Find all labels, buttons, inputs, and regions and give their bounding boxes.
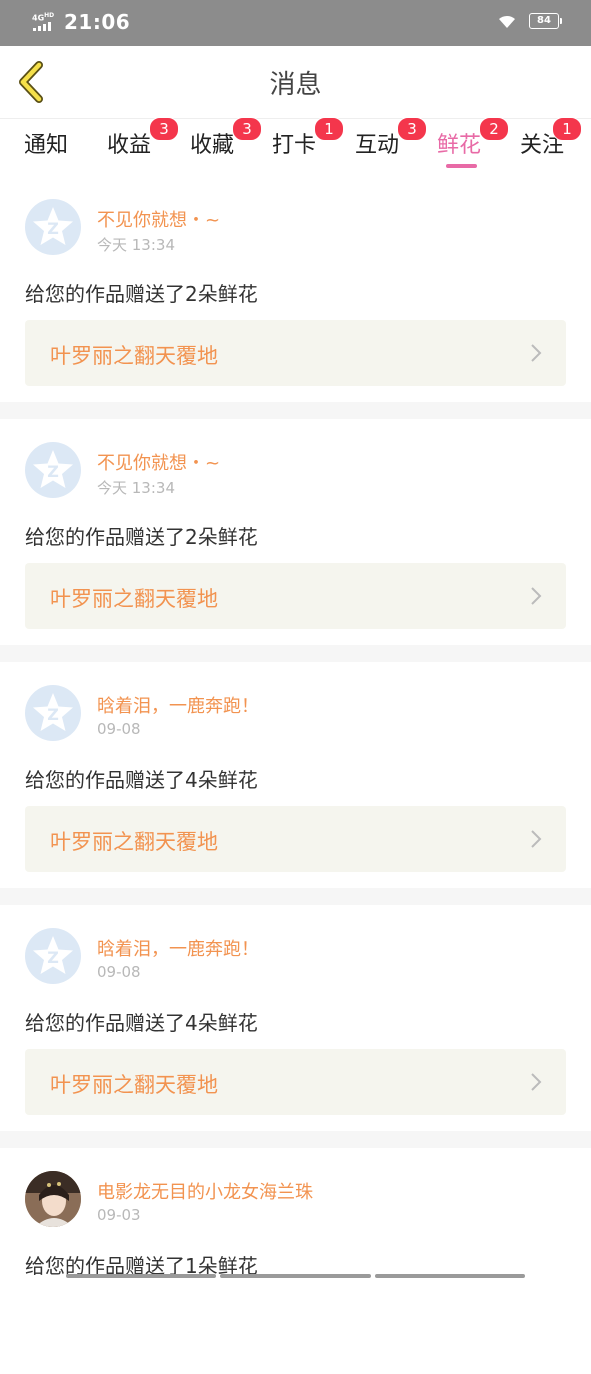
tab-interaction[interactable]: 互动 3 [355,117,428,159]
chevron-right-icon [531,830,542,848]
tab-favorites[interactable]: 收藏 3 [190,117,263,159]
work-title: 叶罗丽之翻天覆地 [50,587,218,611]
work-title: 叶罗丽之翻天覆地 [50,1073,218,1097]
svg-text:Z: Z [47,462,59,481]
page-title: 消息 [269,70,322,100]
divider [0,1131,591,1148]
message-item: Z 晗着泪，一鹿奔跑！ 09-08 给您的作品赠送了4朵鲜花 叶罗丽之翻天覆地 [0,905,591,1131]
sender-name[interactable]: 晗着泪，一鹿奔跑！ [97,692,259,718]
message-list: Z 不见你就想・~ 今天 13:34 给您的作品赠送了2朵鲜花 叶罗丽之翻天覆地… [0,176,591,1374]
chevron-right-icon [531,1073,542,1091]
tab-follow[interactable]: 关注 1 [520,117,583,159]
tab-label: 鲜花 [437,133,482,158]
chevron-right-icon [531,587,542,605]
sender-name[interactable]: 不见你就想・~ [97,449,220,475]
unread-badge: 1 [314,117,345,141]
status-bar: 4GHD 21:06 84 [0,0,591,46]
divider [0,402,591,419]
unread-badge: 1 [552,117,583,141]
tab-notice[interactable]: 通知 [24,127,68,159]
message-tabs: 通知 收益 3 收藏 3 打卡 1 互动 3 鲜花 2 关注 1 [0,117,591,176]
divider [0,888,591,905]
top-bar: 消息 [0,46,591,119]
active-tab-indicator [446,164,477,168]
svg-text:Z: Z [47,948,59,967]
message-item: 电影龙无目的小龙女海兰珠 09-03 给您的作品赠送了1朵鲜花 [0,1148,591,1374]
tab-label: 收藏 [190,133,235,158]
sender-name[interactable]: 电影龙无目的小龙女海兰珠 [97,1178,313,1204]
work-link[interactable]: 叶罗丽之翻天覆地 [25,1049,566,1115]
status-time: 21:06 [64,10,131,34]
unread-badge: 2 [479,117,510,141]
default-avatar-icon[interactable]: Z [25,199,81,255]
tab-earnings[interactable]: 收益 3 [107,117,180,159]
tab-label: 收益 [107,133,152,158]
default-avatar-icon[interactable]: Z [25,442,81,498]
message-time: 09-08 [97,720,141,738]
tab-label: 通知 [24,133,69,158]
divider [0,645,591,662]
sender-name[interactable]: 晗着泪，一鹿奔跑！ [97,935,259,961]
svg-text:Z: Z [47,219,59,238]
unread-badge: 3 [149,117,180,141]
message-item: Z 不见你就想・~ 今天 13:34 给您的作品赠送了2朵鲜花 叶罗丽之翻天覆地 [0,419,591,645]
gesture-bar [66,1274,525,1278]
default-avatar-icon[interactable]: Z [25,928,81,984]
default-avatar-icon[interactable]: Z [25,685,81,741]
message-text: 给您的作品赠送了4朵鲜花 [25,768,258,792]
chevron-right-icon [531,344,542,362]
work-title: 叶罗丽之翻天覆地 [50,344,218,368]
tab-checkin[interactable]: 打卡 1 [272,117,345,159]
wifi-icon [499,15,515,28]
work-link[interactable]: 叶罗丽之翻天覆地 [25,320,566,386]
message-text: 给您的作品赠送了2朵鲜花 [25,525,258,549]
message-text: 给您的作品赠送了4朵鲜花 [25,1011,258,1035]
message-time: 09-08 [97,963,141,981]
battery-icon: 84 [529,13,562,29]
photo-avatar[interactable] [25,1171,81,1227]
work-link[interactable]: 叶罗丽之翻天覆地 [25,806,566,872]
sender-name[interactable]: 不见你就想・~ [97,206,220,232]
message-item: Z 晗着泪，一鹿奔跑！ 09-08 给您的作品赠送了4朵鲜花 叶罗丽之翻天覆地 [0,662,591,888]
unread-badge: 3 [232,117,263,141]
message-time: 今天 13:34 [97,236,175,254]
work-link[interactable]: 叶罗丽之翻天覆地 [25,563,566,629]
tab-label: 互动 [355,133,400,158]
message-time: 09-03 [97,1206,141,1224]
unread-badge: 3 [397,117,428,141]
work-title: 叶罗丽之翻天覆地 [50,830,218,854]
tab-label: 打卡 [272,133,317,158]
tab-flowers[interactable]: 鲜花 2 [437,117,510,159]
message-time: 今天 13:34 [97,479,175,497]
cellular-signal-icon: 4GHD [32,11,58,33]
message-text: 给您的作品赠送了2朵鲜花 [25,282,258,306]
svg-text:Z: Z [47,705,59,724]
message-item: Z 不见你就想・~ 今天 13:34 给您的作品赠送了2朵鲜花 叶罗丽之翻天覆地 [0,176,591,402]
